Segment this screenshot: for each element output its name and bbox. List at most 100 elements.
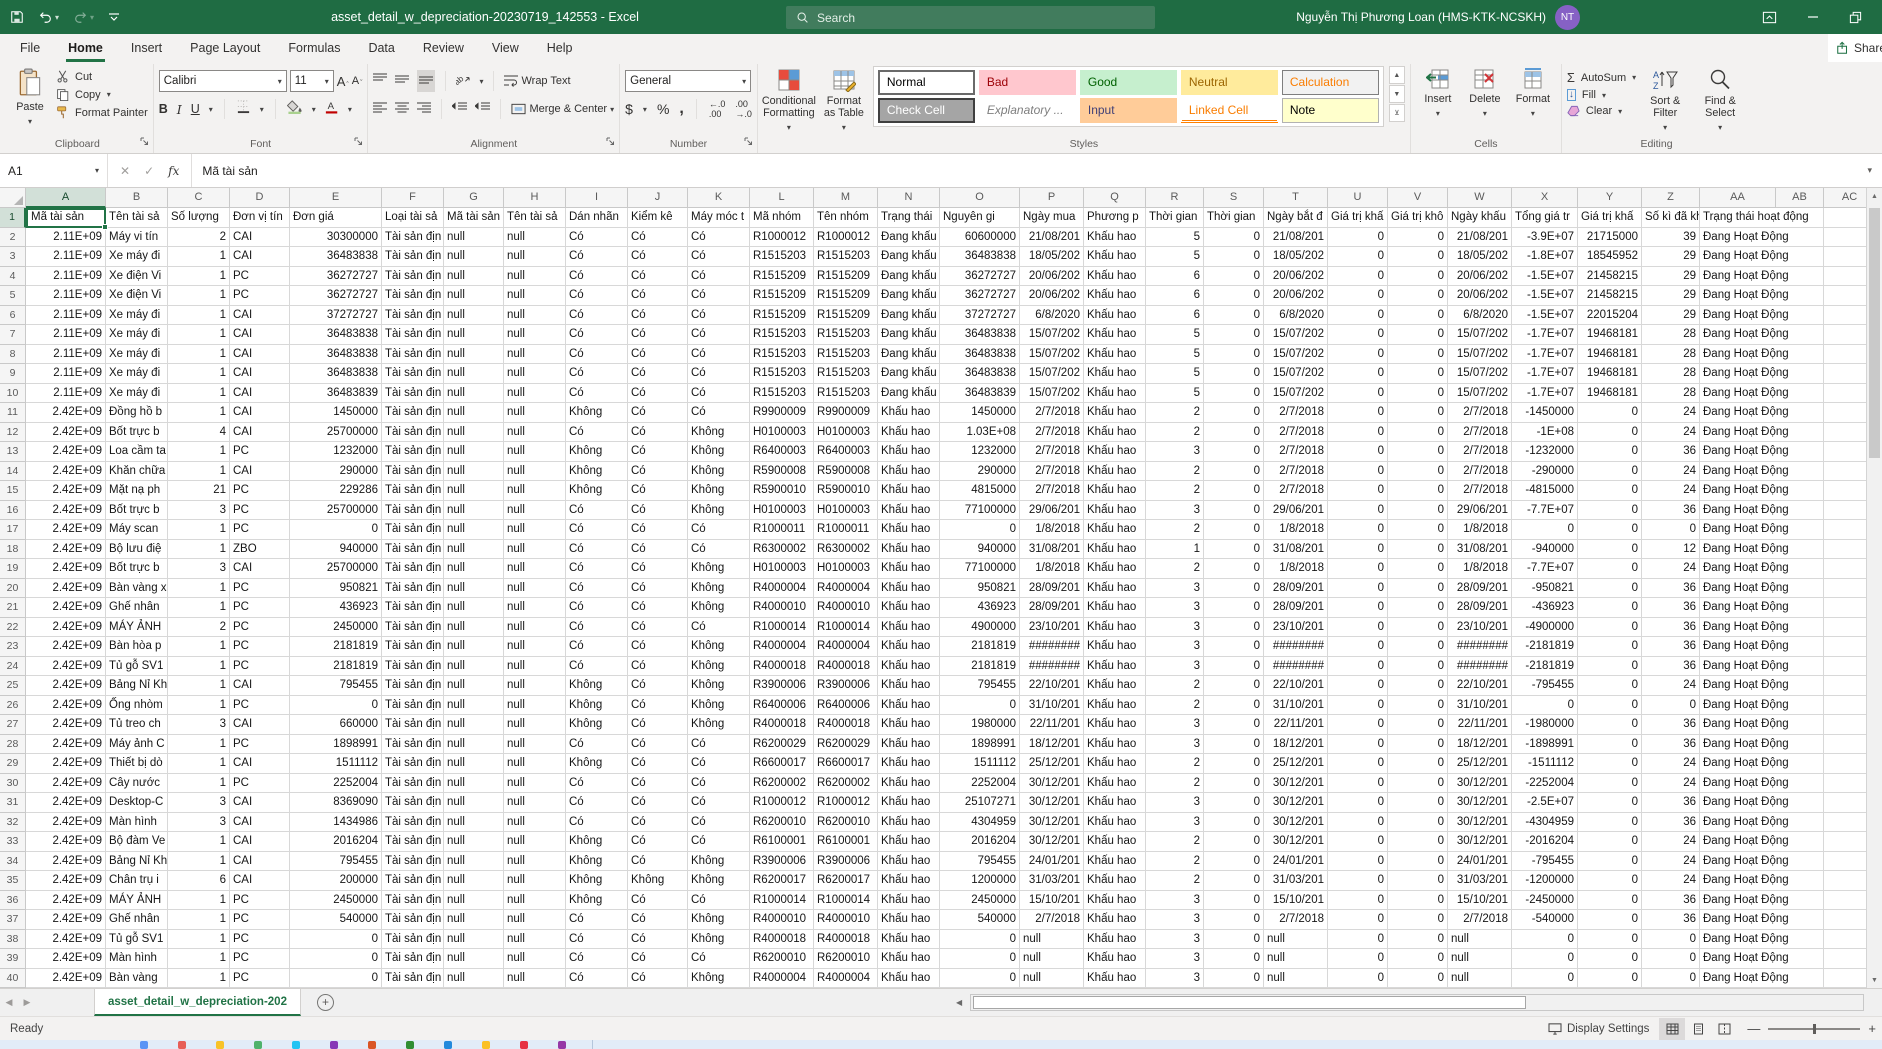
cell-H18[interactable]: null: [504, 540, 566, 560]
cell-I5[interactable]: Có: [566, 286, 628, 306]
cell-S24[interactable]: 0: [1204, 657, 1264, 677]
cell-U26[interactable]: 0: [1328, 696, 1388, 716]
cell-L11[interactable]: R9900009: [750, 403, 814, 423]
cell-J17[interactable]: Có: [628, 520, 688, 540]
column-header-N[interactable]: N: [878, 188, 940, 208]
cell-M14[interactable]: R5900008: [814, 462, 878, 482]
cell-T22[interactable]: 23/10/201: [1264, 618, 1328, 638]
cell-J16[interactable]: Có: [628, 501, 688, 521]
fill-handle[interactable]: [102, 224, 108, 230]
column-header-F[interactable]: F: [382, 188, 444, 208]
cell-O21[interactable]: 436923: [940, 598, 1020, 618]
cell-S1[interactable]: Thời gian: [1204, 208, 1264, 228]
cell-AA24[interactable]: Đang Hoạt Động: [1700, 657, 1776, 677]
cell-J15[interactable]: Có: [628, 481, 688, 501]
cell-K31[interactable]: Có: [688, 793, 750, 813]
cell-N14[interactable]: Khấu hao: [878, 462, 940, 482]
cell-T11[interactable]: 2/7/2018: [1264, 403, 1328, 423]
cell-I40[interactable]: Có: [566, 969, 628, 989]
cell-J31[interactable]: Có: [628, 793, 688, 813]
cell-H37[interactable]: null: [504, 910, 566, 930]
cell-O2[interactable]: 60600000: [940, 228, 1020, 248]
cell-C38[interactable]: 1: [168, 930, 230, 950]
cell-H22[interactable]: null: [504, 618, 566, 638]
cell-N26[interactable]: Khấu hao: [878, 696, 940, 716]
cell-G21[interactable]: null: [444, 598, 504, 618]
align-middle-icon[interactable]: [395, 72, 409, 90]
cell-S23[interactable]: 0: [1204, 637, 1264, 657]
row-header-34[interactable]: 34: [0, 852, 26, 872]
cell-N29[interactable]: Khấu hao: [878, 754, 940, 774]
page-break-view-icon[interactable]: [1711, 1018, 1737, 1040]
cell-N9[interactable]: Đang khấu h: [878, 364, 940, 384]
cell-Z4[interactable]: 29: [1642, 267, 1700, 287]
cell-W33[interactable]: 30/12/201: [1448, 832, 1512, 852]
cell-Q2[interactable]: Khấu hao: [1084, 228, 1146, 248]
cell-B3[interactable]: Xe máy đi: [106, 247, 168, 267]
cell-D17[interactable]: PC: [230, 520, 290, 540]
cell-Q30[interactable]: Khấu hao: [1084, 774, 1146, 794]
cell-O31[interactable]: 25107271: [940, 793, 1020, 813]
cell-K33[interactable]: Có: [688, 832, 750, 852]
cell-L18[interactable]: R6300002: [750, 540, 814, 560]
cell-Z29[interactable]: 24: [1642, 754, 1700, 774]
increase-indent-icon[interactable]: [475, 100, 490, 118]
cell-A2[interactable]: 2.11E+09: [26, 228, 106, 248]
cell-K32[interactable]: Có: [688, 813, 750, 833]
cell-F4[interactable]: Tài sản địn: [382, 267, 444, 287]
cell-U25[interactable]: 0: [1328, 676, 1388, 696]
cell-B28[interactable]: Máy ảnh C: [106, 735, 168, 755]
cell-AA31[interactable]: Đang Hoạt Động: [1700, 793, 1776, 813]
cell-I25[interactable]: Không: [566, 676, 628, 696]
cell-C14[interactable]: 1: [168, 462, 230, 482]
cell-A15[interactable]: 2.42E+09: [26, 481, 106, 501]
cell-W14[interactable]: 2/7/2018: [1448, 462, 1512, 482]
cell-E15[interactable]: 229286: [290, 481, 382, 501]
cell-R6[interactable]: 6: [1146, 306, 1204, 326]
row-header-31[interactable]: 31: [0, 793, 26, 813]
cell-W22[interactable]: 23/10/201: [1448, 618, 1512, 638]
cell-E22[interactable]: 2450000: [290, 618, 382, 638]
cell-W13[interactable]: 2/7/2018: [1448, 442, 1512, 462]
cell-P11[interactable]: 2/7/2018: [1020, 403, 1084, 423]
cell-A22[interactable]: 2.42E+09: [26, 618, 106, 638]
zoom-out-icon[interactable]: —: [1747, 1021, 1760, 1036]
cell-T35[interactable]: 31/03/201: [1264, 871, 1328, 891]
cell-I28[interactable]: Có: [566, 735, 628, 755]
cell-Z9[interactable]: 28: [1642, 364, 1700, 384]
cell-J19[interactable]: Có: [628, 559, 688, 579]
cell-G26[interactable]: null: [444, 696, 504, 716]
cell-A33[interactable]: 2.42E+09: [26, 832, 106, 852]
row-header-13[interactable]: 13: [0, 442, 26, 462]
cell-E30[interactable]: 2252004: [290, 774, 382, 794]
cell-N6[interactable]: Đang khấu h: [878, 306, 940, 326]
cell-U8[interactable]: 0: [1328, 345, 1388, 365]
cell-I35[interactable]: Không: [566, 871, 628, 891]
cell-S18[interactable]: 0: [1204, 540, 1264, 560]
cell-AA29[interactable]: Đang Hoạt Động: [1700, 754, 1776, 774]
cell-B30[interactable]: Cây nước: [106, 774, 168, 794]
cell-K37[interactable]: Không: [688, 910, 750, 930]
cell-L9[interactable]: R1515203: [750, 364, 814, 384]
cell-Z5[interactable]: 29: [1642, 286, 1700, 306]
cell-A7[interactable]: 2.11E+09: [26, 325, 106, 345]
cell-U38[interactable]: 0: [1328, 930, 1388, 950]
cell-W37[interactable]: 2/7/2018: [1448, 910, 1512, 930]
cell-Q37[interactable]: Khấu hao: [1084, 910, 1146, 930]
cell-L24[interactable]: R4000018: [750, 657, 814, 677]
cell-J24[interactable]: Có: [628, 657, 688, 677]
cell-C37[interactable]: 1: [168, 910, 230, 930]
cell-L15[interactable]: R5900010: [750, 481, 814, 501]
cell-B36[interactable]: MÁY ẢNH: [106, 891, 168, 911]
cell-D2[interactable]: CAI: [230, 228, 290, 248]
cell-P6[interactable]: 6/8/2020: [1020, 306, 1084, 326]
cell-F20[interactable]: Tài sản địn: [382, 579, 444, 599]
formula-input[interactable]: Mã tài sản: [192, 164, 1857, 178]
cell-E23[interactable]: 2181819: [290, 637, 382, 657]
cell-U10[interactable]: 0: [1328, 384, 1388, 404]
cell-AC15[interactable]: [1824, 481, 1866, 501]
cell-Y19[interactable]: 0: [1578, 559, 1642, 579]
cell-K28[interactable]: Có: [688, 735, 750, 755]
cell-I16[interactable]: Có: [566, 501, 628, 521]
cell-U40[interactable]: 0: [1328, 969, 1388, 989]
